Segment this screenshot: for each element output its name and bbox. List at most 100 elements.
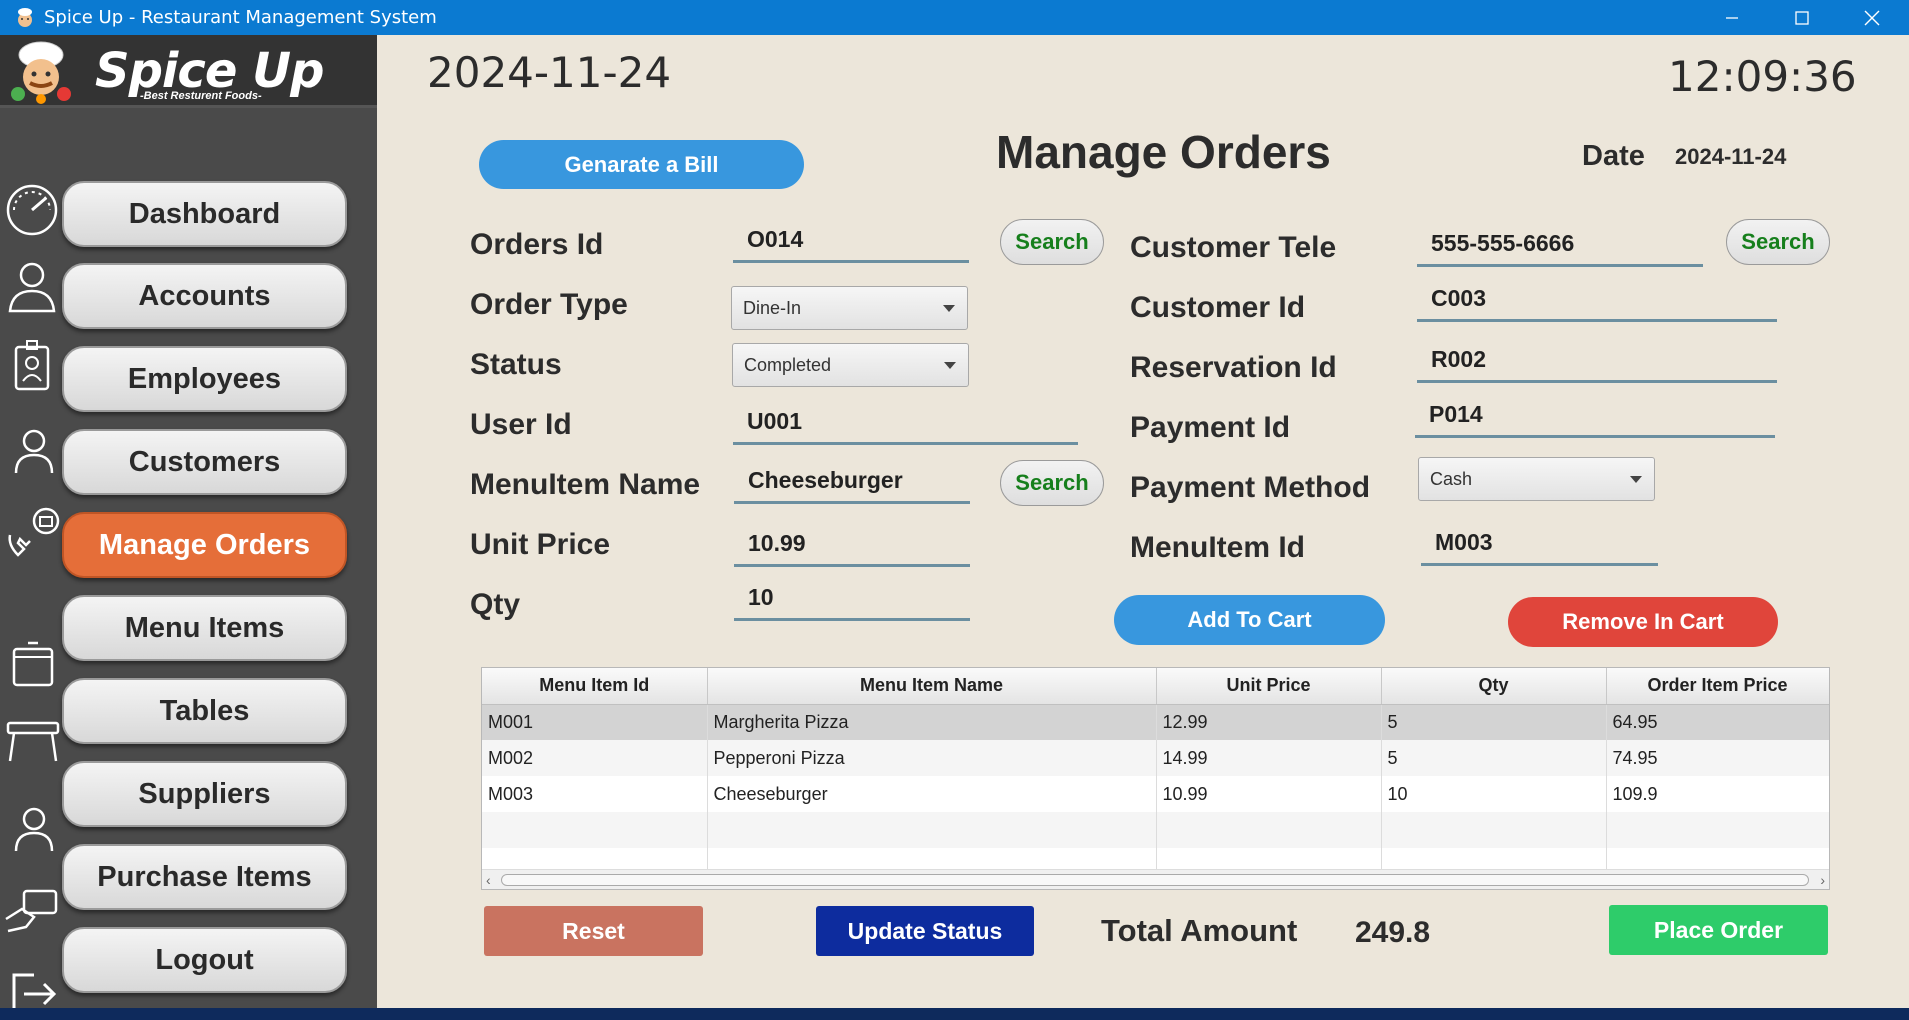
- person-bust-icon: [8, 262, 56, 313]
- maximize-button[interactable]: [1767, 0, 1837, 35]
- order-date-label: Date: [1582, 140, 1645, 172]
- reservation-id-field[interactable]: R002: [1417, 338, 1777, 383]
- total-amount-value: 249.8: [1355, 916, 1431, 949]
- table-row[interactable]: M003 Cheeseburger 10.99 10 109.9: [482, 776, 1829, 812]
- current-date: 2024-11-24: [427, 48, 672, 97]
- table-cell: 12.99: [1156, 704, 1382, 740]
- qty-label: Qty: [470, 588, 521, 621]
- sidebar-item-suppliers[interactable]: Suppliers: [62, 761, 347, 827]
- box-icon: [12, 641, 54, 687]
- status-value: Completed: [744, 354, 832, 375]
- brand-tagline: -Best Resturent Foods-: [140, 90, 262, 102]
- customer-tele-field[interactable]: 555-555-6666: [1417, 222, 1703, 267]
- orders-id-field[interactable]: O014: [733, 218, 969, 263]
- unit-price-field[interactable]: 10.99: [734, 522, 970, 567]
- minimize-icon: [1726, 16, 1738, 19]
- brand-logo: Spice Up -Best Resturent Foods-: [0, 35, 377, 108]
- user-id-field[interactable]: U001: [733, 400, 1078, 445]
- table-row[interactable]: M002 Pepperoni Pizza 14.99 5 74.95: [482, 740, 1829, 776]
- chevron-down-icon: [1630, 476, 1642, 483]
- empty-cell: [1156, 812, 1382, 848]
- order-date-value: 2024-11-24: [1675, 144, 1787, 169]
- table-cell: M001: [482, 704, 708, 740]
- id-badge-icon: [14, 340, 50, 391]
- column-header[interactable]: Unit Price: [1156, 668, 1382, 705]
- column-header[interactable]: Menu Item Name: [707, 668, 1157, 705]
- menu-item-name-label: MenuItem Name: [470, 468, 701, 501]
- taskbar: [0, 1008, 1909, 1020]
- sidebar-item-customers[interactable]: Customers: [62, 429, 347, 495]
- sidebar-item-menu-items[interactable]: Menu Items: [62, 595, 347, 661]
- phone-order-icon: [8, 507, 60, 557]
- status-select[interactable]: Completed: [732, 343, 969, 387]
- sidebar-item-dashboard[interactable]: Dashboard: [62, 181, 347, 247]
- place-order-button[interactable]: Place Order: [1609, 905, 1828, 955]
- orders-id-label: Orders Id: [470, 228, 604, 261]
- table-header-row: Menu Item Id Menu Item Name Unit Price Q…: [482, 668, 1829, 705]
- current-time: 12:09:36: [1668, 52, 1857, 101]
- reservation-id-label: Reservation Id: [1130, 351, 1337, 384]
- add-to-cart-button[interactable]: Add To Cart: [1114, 595, 1385, 645]
- update-status-button[interactable]: Update Status: [816, 906, 1034, 956]
- customer-search-button[interactable]: Search: [1726, 219, 1830, 265]
- reset-button[interactable]: Reset: [484, 906, 703, 956]
- table-cell: M002: [482, 740, 708, 776]
- payment-id-label: Payment Id: [1130, 411, 1291, 444]
- menu-item-name-field[interactable]: Cheeseburger: [734, 459, 970, 504]
- sidebar-item-tables[interactable]: Tables: [62, 678, 347, 744]
- qty-field[interactable]: 10: [734, 576, 970, 621]
- generate-bill-button[interactable]: Genarate a Bill: [479, 140, 804, 189]
- table-cell: 10: [1381, 776, 1607, 812]
- menu-item-search-button[interactable]: Search: [1000, 460, 1104, 506]
- table-icon: [6, 721, 60, 762]
- table-cell: 5: [1381, 704, 1607, 740]
- menu-item-id-field[interactable]: M003: [1421, 521, 1658, 566]
- app-chef-icon: [18, 7, 32, 27]
- horizontal-scrollbar[interactable]: ‹ ›: [482, 869, 1829, 889]
- user-id-label: User Id: [470, 408, 572, 441]
- close-button[interactable]: [1837, 0, 1907, 35]
- table-cell: Margherita Pizza: [707, 704, 1157, 740]
- customer-tele-label: Customer Tele: [1130, 231, 1337, 264]
- column-header[interactable]: Menu Item Id: [482, 668, 708, 705]
- remove-in-cart-button[interactable]: Remove In Cart: [1508, 597, 1778, 647]
- customer-id-field[interactable]: C003: [1417, 277, 1777, 322]
- column-header[interactable]: Order Item Price: [1606, 668, 1829, 705]
- sidebar-item-accounts[interactable]: Accounts: [62, 263, 347, 329]
- minimize-button[interactable]: [1697, 0, 1767, 35]
- table-cell: Cheeseburger: [707, 776, 1157, 812]
- window-title: Spice Up - Restaurant Management System: [44, 7, 437, 28]
- page-title: Manage Orders: [996, 126, 1331, 178]
- total-amount-label: Total Amount: [1101, 913, 1298, 948]
- order-type-label: Order Type: [470, 288, 628, 321]
- cart-table[interactable]: Menu Item Id Menu Item Name Unit Price Q…: [481, 667, 1830, 890]
- unit-price-label: Unit Price: [470, 528, 611, 561]
- chevron-down-icon: [943, 305, 955, 312]
- payment-method-select[interactable]: Cash: [1418, 457, 1655, 501]
- payment-id-field[interactable]: P014: [1415, 393, 1775, 438]
- scrollbar-thumb[interactable]: [501, 874, 1809, 886]
- status-label: Status: [470, 348, 562, 381]
- empty-row: [482, 812, 1829, 848]
- sidebar-item-manage-orders[interactable]: Manage Orders: [62, 512, 347, 578]
- scroll-left-icon[interactable]: ‹: [486, 872, 491, 888]
- title-bar: Spice Up - Restaurant Management System: [0, 0, 1909, 35]
- table-cell: 74.95: [1606, 740, 1829, 776]
- sidebar-item-employees[interactable]: Employees: [62, 346, 347, 412]
- scroll-right-icon[interactable]: ›: [1820, 872, 1825, 888]
- orders-search-button[interactable]: Search: [1000, 219, 1104, 265]
- order-type-select[interactable]: Dine-In: [731, 286, 968, 330]
- sidebar-item-logout[interactable]: Logout: [62, 927, 347, 993]
- menu-item-id-label: MenuItem Id: [1130, 531, 1306, 564]
- empty-cell: [1381, 812, 1607, 848]
- sidebar-item-purchase-items[interactable]: Purchase Items: [62, 844, 347, 910]
- column-header[interactable]: Qty: [1381, 668, 1607, 705]
- table-cell: M003: [482, 776, 708, 812]
- table-cell: 14.99: [1156, 740, 1382, 776]
- customer-id-label: Customer Id: [1130, 291, 1306, 324]
- card-payment-icon: [5, 889, 58, 933]
- person-icon: [14, 429, 54, 474]
- table-cell: 109.9: [1606, 776, 1829, 812]
- person-icon: [14, 807, 54, 852]
- table-row[interactable]: M001 Margherita Pizza 12.99 5 64.95: [482, 704, 1829, 740]
